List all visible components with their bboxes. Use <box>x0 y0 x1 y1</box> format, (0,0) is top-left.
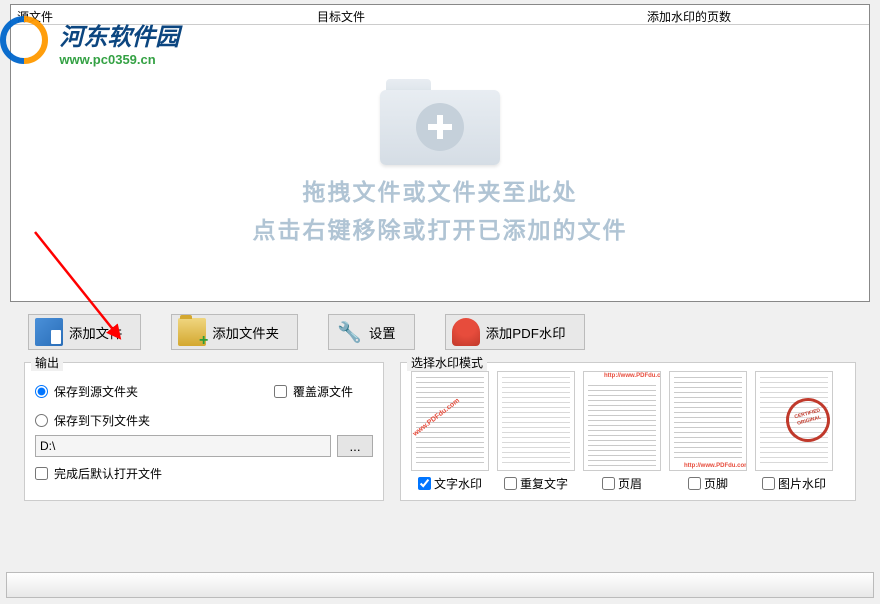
open-after-label: 完成后默认打开文件 <box>54 465 162 482</box>
mode-footer-checkbox[interactable] <box>688 477 701 490</box>
mode-footer[interactable]: http://www.PDFdu.com 页脚 <box>669 371 747 492</box>
add-folder-button[interactable]: 添加文件夹 <box>171 314 298 350</box>
site-url: www.pc0359.cn <box>59 52 179 67</box>
toolbar: 添加文件 添加文件夹 设置 添加PDF水印 <box>0 302 880 362</box>
add-folder-label: 添加文件夹 <box>212 323 279 342</box>
col-target[interactable]: 目标文件 <box>311 5 641 24</box>
stamp-icon <box>452 318 480 346</box>
add-watermark-label: 添加PDF水印 <box>486 323 566 342</box>
mode-header-checkbox[interactable] <box>602 477 615 490</box>
site-watermark: 河东软件园 www.pc0359.cn <box>0 16 179 68</box>
mode-text-checkbox[interactable] <box>418 477 431 490</box>
settings-button[interactable]: 设置 <box>328 314 415 350</box>
settings-icon <box>335 318 363 346</box>
save-source-radio[interactable] <box>35 385 48 398</box>
save-custom-label: 保存到下列文件夹 <box>54 412 150 429</box>
open-after-checkbox[interactable] <box>35 467 48 480</box>
drop-hint-1: 拖拽文件或文件夹至此处 <box>303 173 578 207</box>
add-folder-icon <box>380 75 500 165</box>
watermark-mode-panel: 选择水印模式 www.PDFdu.com 文字水印 重复文字 http://ww… <box>400 362 856 501</box>
output-panel: 输出 保存到源文件夹 覆盖源文件 保存到下列文件夹 ... 完成后默认打开文件 <box>24 362 384 501</box>
browse-button[interactable]: ... <box>337 435 373 457</box>
mode-image-checkbox[interactable] <box>762 477 775 490</box>
col-pages[interactable]: 添加水印的页数 <box>641 5 869 24</box>
output-path-input[interactable] <box>35 435 331 457</box>
add-folder-icon <box>178 318 206 346</box>
overwrite-label: 覆盖源文件 <box>293 383 353 400</box>
drop-hint-2: 点击右键移除或打开已添加的文件 <box>253 211 628 245</box>
add-file-button[interactable]: 添加文件 <box>28 314 141 350</box>
site-name: 河东软件园 <box>59 17 179 52</box>
status-bar <box>6 572 874 598</box>
add-watermark-button[interactable]: 添加PDF水印 <box>445 314 585 350</box>
mode-repeat-text[interactable]: 重复文字 <box>497 371 575 492</box>
save-custom-radio[interactable] <box>35 414 48 427</box>
settings-label: 设置 <box>369 323 396 342</box>
mode-repeat-checkbox[interactable] <box>504 477 517 490</box>
save-source-label: 保存到源文件夹 <box>54 383 138 400</box>
add-file-icon <box>35 318 63 346</box>
mode-title: 选择水印模式 <box>407 354 487 371</box>
mode-image-watermark[interactable]: 图片水印 <box>755 371 833 492</box>
mode-header[interactable]: http://www.PDFdu.com 页眉 <box>583 371 661 492</box>
output-title: 输出 <box>31 354 63 371</box>
mode-text-watermark[interactable]: www.PDFdu.com 文字水印 <box>411 371 489 492</box>
overwrite-checkbox[interactable] <box>274 385 287 398</box>
add-file-label: 添加文件 <box>69 323 122 342</box>
